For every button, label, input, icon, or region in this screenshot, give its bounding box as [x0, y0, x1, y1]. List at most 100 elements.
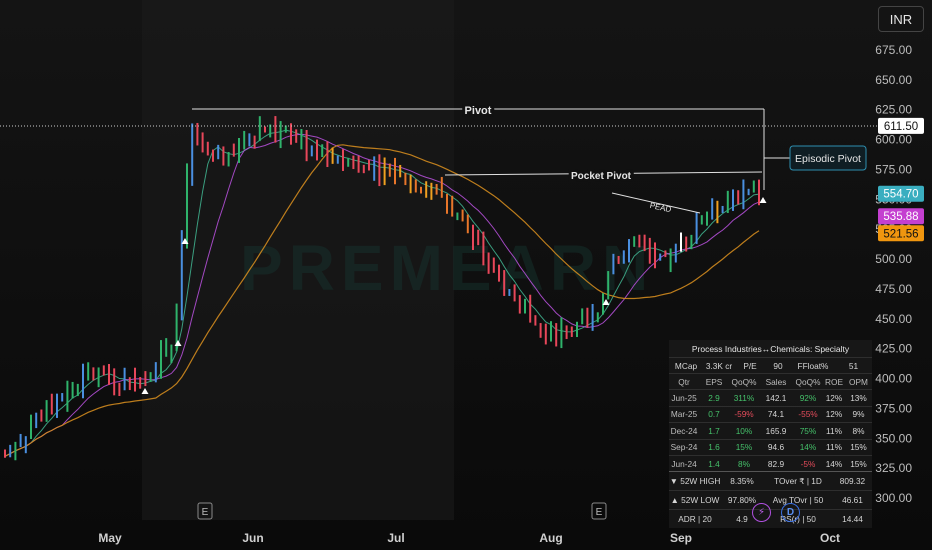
x-tick-label: Sep [670, 531, 692, 545]
cell: TOver ₹ | 1D [774, 476, 822, 487]
lightning-icon[interactable]: ⚡ [752, 503, 771, 522]
cell: Jun-25 [671, 393, 697, 404]
table-row: Dec-24 1.7 10% 165.9 75% 11% 8% [669, 422, 872, 438]
col-eps: EPS [705, 376, 723, 387]
last-price-badge: 611.50 [884, 121, 918, 133]
cell: 8% [738, 458, 750, 469]
ema-badge: 554.70 [883, 189, 918, 201]
cell: 0.7 [708, 409, 720, 420]
cell: Jun-24 [671, 458, 697, 469]
cell: 14.44 [842, 514, 863, 525]
cell: 14% [799, 442, 817, 453]
mcap-row: MCap 3.3K cr P/E 90 FFloat% 51 [669, 357, 872, 373]
sector-label: Process Industries↔Chemicals: Specialty [691, 344, 850, 354]
cell: 15% [735, 442, 753, 453]
y-tick-label: 450.00 [875, 312, 912, 326]
episodic-pivot-label: Episodic Pivot [795, 153, 861, 165]
cell: 1.7 [708, 425, 720, 436]
mcap-value: 3.3K cr [705, 360, 733, 371]
cell: Sep-24 [670, 442, 698, 453]
x-tick-label: Jul [387, 531, 404, 545]
cell: 9% [852, 409, 865, 420]
cell: 15% [850, 442, 867, 453]
y-tick-label: 350.00 [875, 431, 912, 445]
stat-row: ▼ 52W HIGH 8.35% TOver ₹ | 1D 809.32 [669, 471, 872, 490]
ffloat-label: FFloat% [797, 360, 829, 371]
y-tick-label: 375.00 [875, 401, 912, 415]
col-opm: OPM [849, 376, 868, 387]
cell: 74.1 [767, 409, 785, 420]
ffloat-value: 51 [848, 360, 859, 371]
table-header: Qtr EPS QoQ% Sales QoQ% ROE OPM [669, 373, 872, 389]
x-tick-label: Jun [242, 531, 263, 545]
cell: 11% [826, 425, 842, 436]
cell: 2.9 [708, 393, 720, 404]
y-tick-label: 500.00 [875, 252, 912, 266]
x-tick-label: Aug [539, 531, 562, 545]
table-row: Jun-24 1.4 8% 82.9 -5% 14% 15% [669, 454, 872, 471]
cell: Avg TOvr | 50 [772, 495, 824, 506]
cell: Mar-25 [670, 409, 698, 420]
pe-value: 90 [773, 360, 783, 371]
cell: Dec-24 [670, 425, 698, 436]
cell: 75% [799, 425, 817, 436]
watermark: PREMEARN [240, 232, 654, 304]
cell: 12% [825, 409, 843, 420]
cell: 8.35% [730, 476, 754, 487]
y-tick-label: 675.00 [875, 43, 912, 57]
col-sales-qoq: QoQ% [795, 376, 821, 387]
cell: -59% [734, 409, 754, 420]
cell: 94.6 [767, 442, 785, 453]
cell: 10% [735, 425, 753, 436]
dividend-icon[interactable]: D [781, 503, 800, 522]
col-roe: ROE [825, 376, 843, 387]
col-sales: Sales [765, 376, 787, 387]
pivot-label: Pivot [465, 105, 492, 117]
mcap-label: MCap [674, 360, 698, 371]
y-tick-label: 475.00 [875, 282, 912, 296]
stat-row: ▲ 52W LOW 97.80% Avg TOvr | 50 46.61 [669, 490, 872, 509]
cell: ▲ 52W LOW [670, 495, 720, 506]
y-tick-label: 600.00 [875, 133, 912, 147]
slow-ma-badge: 521.56 [883, 228, 918, 240]
y-tick-label: 575.00 [875, 162, 912, 176]
y-tick-label: 300.00 [875, 491, 912, 505]
cell: 13% [850, 393, 867, 404]
y-tick-label: 625.00 [875, 103, 912, 117]
cell: 165.9 [765, 425, 787, 436]
table-row: Mar-25 0.7 -59% 74.1 -55% 12% 9% [669, 405, 872, 422]
pocket-pivot-label: Pocket Pivot [571, 171, 632, 182]
y-tick-label: 650.00 [875, 73, 912, 87]
table-row: Sep-24 1.6 15% 94.6 14% 11% 15% [669, 438, 872, 455]
cell: 92% [799, 393, 817, 404]
cell: 809.32 [839, 476, 866, 487]
ma-badge: 535.88 [883, 211, 918, 223]
currency-badge[interactable]: INR [878, 6, 924, 32]
earnings-marker-label: E [202, 507, 209, 518]
col-eps-qoq: QoQ% [731, 376, 757, 387]
fundamentals-table: Process Industries↔Chemicals: Specialty … [669, 340, 872, 529]
cell: -55% [798, 409, 818, 420]
cell: 142.1 [765, 393, 787, 404]
x-tick-label: May [98, 531, 122, 545]
y-tick-label: 325.00 [875, 461, 912, 475]
cell: 12% [825, 393, 843, 404]
earnings-marker-label: E [596, 507, 603, 518]
col-qtr: Qtr [678, 376, 690, 387]
cell: 11% [826, 442, 842, 453]
cell: 15% [850, 458, 867, 469]
cell: 46.61 [842, 495, 863, 506]
cell: 8% [852, 425, 865, 436]
cell: 1.6 [708, 442, 720, 453]
x-tick-label: Oct [820, 531, 840, 545]
table-row: Jun-25 2.9 311% 142.1 92% 12% 13% [669, 389, 872, 405]
cell: 82.9 [767, 458, 785, 469]
cell: ▼ 52W HIGH [669, 476, 721, 487]
cell: -5% [800, 458, 816, 469]
y-tick-label: 425.00 [875, 342, 912, 356]
pe-label: P/E [743, 360, 757, 371]
cell: 311% [733, 393, 755, 404]
cell: 14% [825, 458, 843, 469]
cell: 1.4 [708, 458, 720, 469]
cell: ADR | 20 [678, 514, 712, 525]
